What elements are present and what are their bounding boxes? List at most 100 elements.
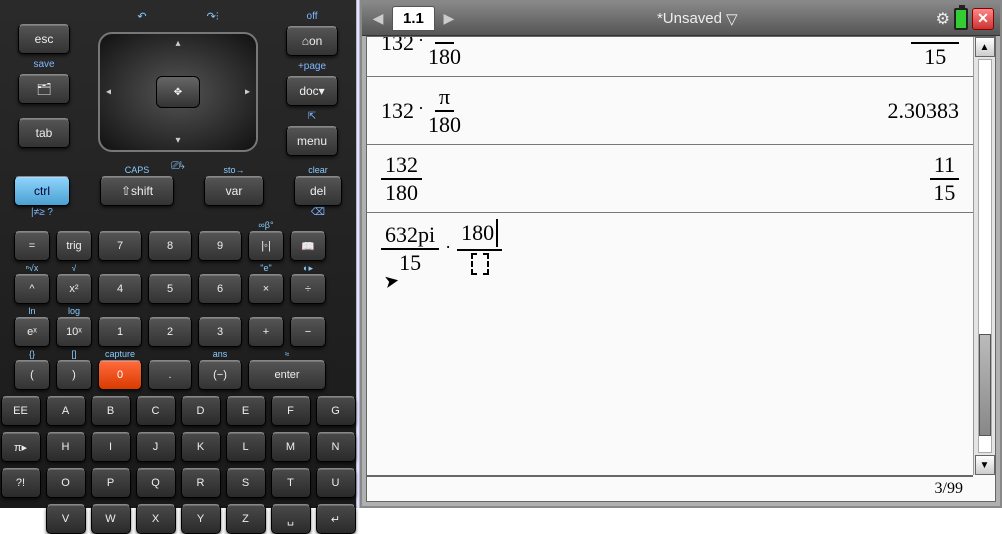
key-[interactable]: (−) xyxy=(198,360,242,390)
ctrl-key[interactable]: ctrl xyxy=(14,176,70,206)
calculator-workarea: 132 · π 180 11·π 15 132 · π xyxy=(366,36,996,502)
alpha-key-C[interactable]: C xyxy=(136,396,176,426)
tab-1-1[interactable]: 1.1 xyxy=(392,6,435,31)
on-key[interactable]: ⌂on xyxy=(286,26,338,56)
key-label: √ xyxy=(72,263,77,274)
key-2[interactable]: 2 xyxy=(148,317,192,347)
key-[interactable]: = xyxy=(14,231,50,261)
shift-key[interactable]: ⇧shift xyxy=(100,176,174,206)
alpha-key-Z[interactable]: Z xyxy=(226,504,266,534)
alpha-key-V[interactable]: V xyxy=(46,504,86,534)
key-trig[interactable]: trig xyxy=(56,231,92,261)
entry-result: 11 15 xyxy=(930,154,959,204)
alpha-key-↵[interactable]: ↵ xyxy=(316,504,356,534)
save-label: save xyxy=(33,59,54,70)
alpha-key-A[interactable]: A xyxy=(46,396,86,426)
key-[interactable]: × xyxy=(248,274,284,304)
scroll-track[interactable] xyxy=(978,59,992,453)
alpha-key-K[interactable]: K xyxy=(181,432,221,462)
doc-key[interactable]: doc▾ xyxy=(286,76,338,106)
alpha-key-D[interactable]: D xyxy=(181,396,221,426)
history-entry[interactable]: 132 180 11 15 xyxy=(367,145,973,213)
key-[interactable]: + xyxy=(248,317,284,347)
alpha-key-π▸[interactable]: π▸ xyxy=(1,432,41,462)
key-4[interactable]: 4 xyxy=(98,274,142,304)
key-label: "e" xyxy=(260,263,271,274)
scroll-up-button[interactable]: ▲ xyxy=(975,37,995,57)
alpha-key-W[interactable]: W xyxy=(91,504,131,534)
key-[interactable]: ) xyxy=(56,360,92,390)
menu-key[interactable]: menu xyxy=(286,126,338,156)
esc-key[interactable]: esc xyxy=(18,24,70,54)
tab-key[interactable]: tab xyxy=(18,118,70,148)
alpha-key-U[interactable]: U xyxy=(316,468,356,498)
alpha-key-B[interactable]: B xyxy=(91,396,131,426)
alpha-key-␣[interactable]: ␣ xyxy=(271,504,311,534)
key-0[interactable]: 0 xyxy=(98,360,142,390)
key-[interactable]: − xyxy=(290,317,326,347)
alpha-key-Q[interactable]: Q xyxy=(136,468,176,498)
key-label: ln xyxy=(28,306,35,317)
alpha-key-O[interactable]: O xyxy=(46,468,86,498)
input-frac1-den: 15 xyxy=(399,250,421,274)
key-x[interactable]: x² xyxy=(56,274,92,304)
alpha-key-T[interactable]: T xyxy=(271,468,311,498)
alpha-key-P[interactable]: P xyxy=(91,468,131,498)
key-10[interactable]: 10ˣ xyxy=(56,317,92,347)
alpha-key-N[interactable]: N xyxy=(316,432,356,462)
scrollbar[interactable]: ▲ ▼ xyxy=(973,37,995,475)
key-6[interactable]: 6 xyxy=(198,274,242,304)
alpha-key-X[interactable]: X xyxy=(136,504,176,534)
scroll-down-button[interactable]: ▼ xyxy=(975,455,995,475)
key-[interactable]: . xyxy=(148,360,192,390)
key-label: ∞β° xyxy=(258,220,273,231)
key-[interactable]: ( xyxy=(14,360,50,390)
del-key[interactable]: del xyxy=(294,176,342,206)
touchpad-click[interactable]: ✥ xyxy=(156,76,200,108)
page-label: +page xyxy=(298,61,326,72)
history-entry[interactable]: 132 · π 180 2.30383 xyxy=(367,77,973,145)
arrow-up-icon: ▴ xyxy=(175,38,180,49)
input-frac2-num: 180 xyxy=(461,222,494,244)
key-8[interactable]: 8 xyxy=(148,231,192,261)
alpha-key-R[interactable]: R xyxy=(181,468,221,498)
scroll-thumb[interactable] xyxy=(979,334,991,436)
alpha-key-Y[interactable]: Y xyxy=(181,504,221,534)
dropdown-icon[interactable]: ▽ xyxy=(726,10,738,28)
entry-lhs: 132 180 xyxy=(381,154,422,204)
key-1[interactable]: 1 xyxy=(98,317,142,347)
settings-icon[interactable]: ⚙ xyxy=(936,9,950,29)
key-[interactable]: |◦| xyxy=(248,231,284,261)
key-[interactable]: 📖 xyxy=(290,231,326,261)
alpha-key-?![interactable]: ?! xyxy=(1,468,41,498)
key-[interactable]: ^ xyxy=(14,274,50,304)
denominator: 180 xyxy=(428,44,461,68)
alpha-key-E[interactable]: E xyxy=(226,396,266,426)
key-[interactable]: ÷ xyxy=(290,274,326,304)
save-key[interactable]: 🗂 xyxy=(18,74,70,104)
touchpad[interactable]: ▴ ▾ ◂ ▸ ✥ xyxy=(98,32,258,152)
alpha-key-M[interactable]: M xyxy=(271,432,311,462)
alpha-key-I[interactable]: I xyxy=(91,432,131,462)
key-enter[interactable]: enter xyxy=(248,360,326,390)
input-line[interactable]: 632pi 15 · 180 xyxy=(367,213,973,285)
key-label: ◐▸ xyxy=(303,263,313,274)
alpha-key-F[interactable]: F xyxy=(271,396,311,426)
var-key[interactable]: var xyxy=(204,176,264,206)
key-9[interactable]: 9 xyxy=(198,231,242,261)
alpha-key-J[interactable]: J xyxy=(136,432,176,462)
prev-tab-button[interactable]: ◀ xyxy=(368,7,388,31)
alpha-key-EE[interactable]: EE xyxy=(1,396,41,426)
alpha-key-H[interactable]: H xyxy=(46,432,86,462)
alpha-key-L[interactable]: L xyxy=(226,432,266,462)
alpha-key-S[interactable]: S xyxy=(226,468,266,498)
alpha-key-G[interactable]: G xyxy=(316,396,356,426)
close-button[interactable]: ✕ xyxy=(972,8,994,30)
history-entry[interactable]: 132 · π 180 11·π 15 xyxy=(367,37,973,77)
key-5[interactable]: 5 xyxy=(148,274,192,304)
key-e[interactable]: eˣ xyxy=(14,317,50,347)
key-7[interactable]: 7 xyxy=(98,231,142,261)
empty-denominator-box[interactable] xyxy=(471,253,489,275)
key-3[interactable]: 3 xyxy=(198,317,242,347)
next-tab-button[interactable]: ▶ xyxy=(439,7,459,31)
